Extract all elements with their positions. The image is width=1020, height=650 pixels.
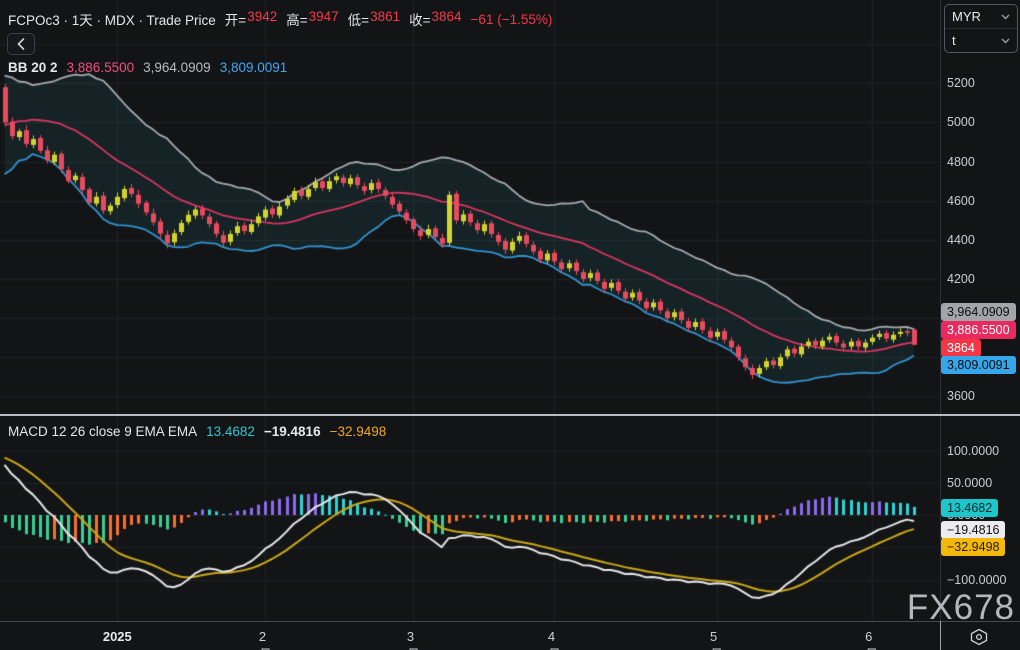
price-tick-label: 4400 (947, 233, 975, 247)
chart-canvas[interactable] (0, 0, 1020, 650)
time-tick-label: 6月 (865, 629, 878, 650)
ohlc-open: 开=3942 (225, 9, 277, 29)
unit-select[interactable]: t (945, 28, 1017, 52)
macd-badge: −32.9498 (941, 538, 1005, 556)
price-badge: 3864 (941, 339, 981, 357)
macd-tick-label: 50.0000 (947, 476, 992, 490)
ohlc-high: 高=3947 (286, 9, 338, 29)
ohlc-low: 低=3861 (348, 9, 400, 29)
bb-upper-value: 3,964.0909 (143, 60, 211, 75)
trading-chart-app: FCPOc3 · 1天 · MDX · Trade Price 开=3942 高… (0, 0, 1020, 650)
time-axis-border (0, 621, 1020, 622)
unit-value: t (952, 33, 956, 48)
time-tick-label: 3月 (407, 629, 420, 650)
price-badge: 3,886.5500 (941, 321, 1016, 339)
chevron-down-icon (1001, 38, 1010, 44)
chevron-left-icon (17, 38, 25, 50)
price-badge: 3,809.0091 (941, 356, 1016, 374)
price-change: −61 (−1.55%) (471, 12, 553, 27)
hexagon-logo-icon (968, 628, 990, 646)
time-tick-label: 5月 (710, 629, 723, 650)
currency-select[interactable]: MYR (945, 5, 1017, 28)
axis-settings-group: MYR t (944, 4, 1018, 53)
symbol-legend: FCPOc3 · 1天 · MDX · Trade Price 开=3942 高… (8, 9, 552, 29)
bb-legend[interactable]: BB 20 2 3,886.5500 3,964.0909 3,809.0091 (8, 60, 287, 75)
macd-line-value: −19.4816 (264, 424, 321, 439)
macd-signal-value: −32.9498 (330, 424, 387, 439)
price-tick-label: 5200 (947, 76, 975, 90)
time-tick-label: 4月 (548, 629, 561, 650)
ohlc-close: 收=3864 (409, 9, 461, 29)
bb-title: BB 20 2 (8, 60, 58, 75)
currency-value: MYR (952, 9, 981, 24)
macd-tick-label: −100.0000 (947, 573, 1006, 587)
time-tick-label: 2月 (259, 629, 272, 650)
pane-divider[interactable] (0, 414, 1020, 416)
price-tick-label: 4600 (947, 194, 975, 208)
macd-hist-value: 13.4682 (206, 424, 255, 439)
macd-legend[interactable]: MACD 12 26 close 9 EMA EMA 13.4682 −19.4… (8, 424, 386, 439)
macd-tick-label: 100.0000 (947, 444, 999, 458)
bb-basis-value: 3,886.5500 (67, 60, 135, 75)
fx678-watermark: FX678 (907, 588, 1015, 628)
macd-title: MACD 12 26 close 9 EMA EMA (8, 424, 197, 439)
bb-lower-value: 3,809.0091 (220, 60, 288, 75)
chevron-down-icon (1001, 14, 1010, 20)
back-button[interactable] (7, 33, 35, 55)
symbol-title[interactable]: FCPOc3 · 1天 · MDX · Trade Price (8, 9, 216, 29)
price-tick-label: 4800 (947, 155, 975, 169)
macd-badge: 13.4682 (941, 499, 998, 517)
price-tick-label: 5000 (947, 115, 975, 129)
price-tick-label: 3600 (947, 389, 975, 403)
price-tick-label: 4200 (947, 272, 975, 286)
time-tick-label: 2025 (103, 629, 132, 644)
price-badge: 3,964.0909 (941, 303, 1016, 321)
macd-badge: −19.4816 (941, 521, 1005, 539)
